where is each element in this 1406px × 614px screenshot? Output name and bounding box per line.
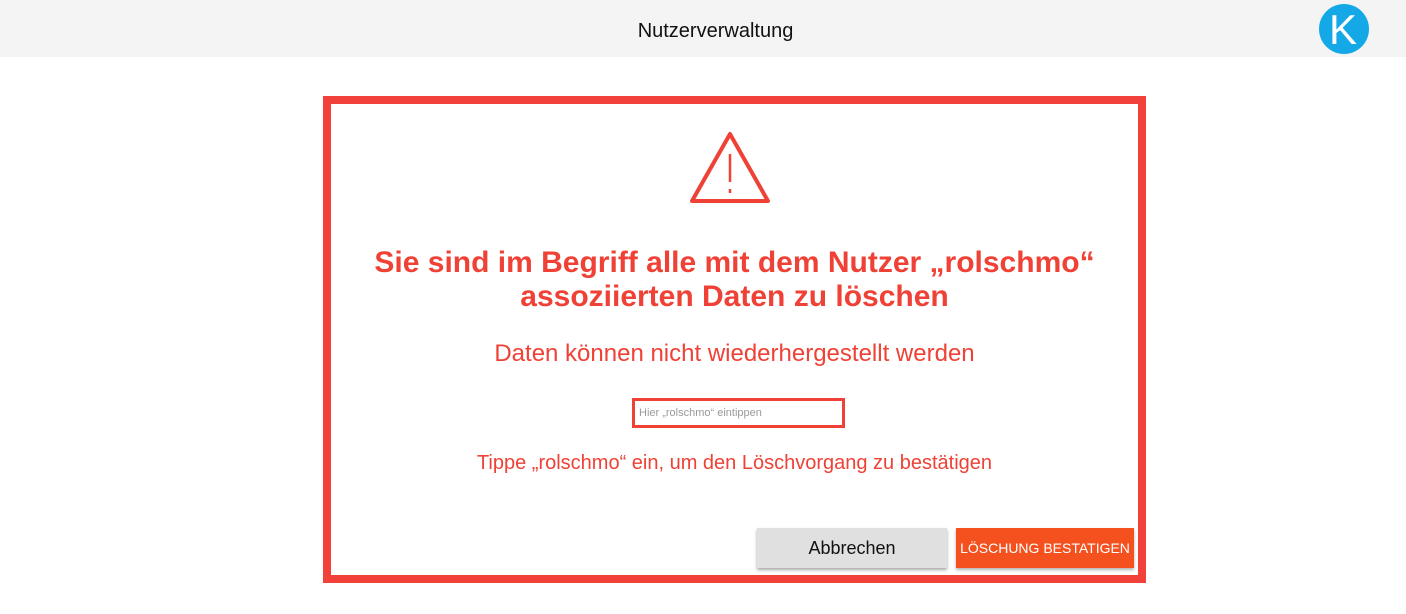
headline-line-1: Sie sind im Begriff alle mit dem Nutzer … — [374, 246, 1095, 279]
username-confirm-input[interactable] — [632, 398, 845, 428]
headline-line-2: assoziierten Daten zu löschen — [520, 280, 949, 313]
warning-triangle-icon — [690, 132, 770, 203]
page-title: Nutzerverwaltung — [637, 20, 794, 42]
app-logo-icon[interactable]: K — [1319, 4, 1369, 54]
logo-letter: K — [1329, 6, 1357, 53]
confirm-hint: Tippe „rolschmo“ ein, um den Löschvorgan… — [476, 452, 993, 474]
dialog-headline: Sie sind im Begriff alle mit dem Nutzer … — [331, 246, 1138, 314]
irreversible-warning: Daten können nicht wiederhergestellt wer… — [494, 340, 975, 367]
app-header: Nutzerverwaltung — [0, 0, 1406, 57]
cancel-button[interactable]: Abbrechen — [757, 528, 947, 568]
delete-confirmation-dialog: Sie sind im Begriff alle mit dem Nutzer … — [323, 96, 1146, 583]
confirm-delete-button[interactable]: LÖSCHUNG BESTATIGEN — [956, 528, 1134, 568]
